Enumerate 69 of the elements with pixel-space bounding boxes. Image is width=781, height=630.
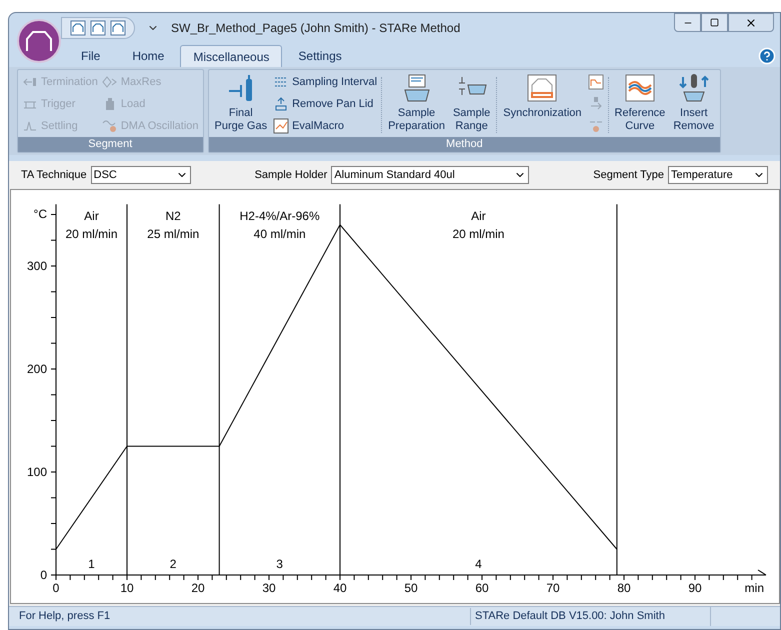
- chart-icon: [273, 118, 290, 134]
- tick-label: 10: [120, 581, 134, 595]
- ribbon-button[interactable]: Sample Preparation: [386, 73, 447, 137]
- help-icon[interactable]: [758, 47, 776, 65]
- tick-label: 100: [26, 465, 47, 479]
- pan-icon: [273, 96, 290, 112]
- ribbon-button[interactable]: EvalMacro: [273, 117, 378, 135]
- group-title: Segment: [18, 137, 202, 152]
- chart-icon[interactable]: [90, 20, 106, 36]
- field-label: TA Technique: [21, 168, 87, 183]
- ribbon-tab[interactable]: Settings: [282, 45, 358, 67]
- tick-label: 40: [333, 581, 347, 595]
- chart-icon: [624, 73, 656, 103]
- tick-label: 0: [52, 581, 60, 595]
- maximize-button[interactable]: [701, 13, 728, 32]
- ribbon-tab[interactable]: Miscellaneous: [180, 45, 282, 67]
- ribbon-button[interactable]: Sampling Interval: [273, 73, 378, 91]
- field-label: Sample Holder: [254, 168, 328, 183]
- chart-icon[interactable]: [70, 20, 86, 36]
- axis-label: °C: [34, 207, 47, 221]
- dropdown-field[interactable]: DSC: [90, 166, 191, 184]
- ribbon-button[interactable]: Reference Curve: [612, 73, 668, 137]
- maximize-icon: [710, 18, 719, 27]
- dropdown-field[interactable]: Temperature: [668, 166, 768, 184]
- close-icon: [745, 16, 757, 28]
- segment-number: 1: [88, 557, 95, 571]
- segment-number: 3: [276, 557, 283, 571]
- tick-label: 30: [262, 581, 276, 595]
- dropdown-field[interactable]: Aluminum Standard 40ul: [331, 166, 530, 184]
- group-title: Method: [208, 137, 720, 152]
- gas-label: N2: [165, 209, 181, 223]
- window-title: SW_Br_Method_Page5 (John Smith) - STARe Method: [171, 20, 460, 37]
- ribbon-button[interactable]: [588, 73, 604, 91]
- tick-label: 0: [40, 568, 47, 582]
- flow-label: 40 ml/min: [254, 227, 306, 241]
- flow-label: 20 ml/min: [452, 227, 504, 241]
- gas-label: Air: [471, 209, 486, 223]
- thermometer-icon: [678, 73, 710, 103]
- diamond-icon: [102, 74, 118, 90]
- chart-icon: [588, 74, 604, 90]
- ribbon-button[interactable]: Sample Range: [450, 73, 492, 137]
- tick-label: 300: [26, 259, 47, 273]
- field-label: Segment Type: [593, 168, 664, 183]
- tick-label: 90: [688, 581, 702, 595]
- segment-number: 4: [475, 557, 482, 571]
- tick-label: 50: [404, 581, 418, 595]
- chart-icon[interactable]: [110, 20, 126, 36]
- ribbon-button[interactable]: Synchronization: [501, 73, 584, 137]
- close-button[interactable]: [728, 13, 774, 32]
- app-logo-icon: [17, 19, 61, 63]
- axis-label: min: [744, 581, 764, 595]
- tick-label: 60: [475, 581, 489, 595]
- status-text: For Help, press F1: [18, 609, 112, 624]
- tick-label: 200: [26, 362, 47, 376]
- flow-label: 25 ml/min: [147, 227, 200, 241]
- tick-label: 20: [191, 581, 205, 595]
- gas-label: Air: [84, 209, 99, 223]
- gas-label: H2-4%/Ar-96%: [240, 209, 320, 223]
- ribbon-button[interactable]: Insert Remove: [671, 73, 716, 137]
- ribbon-tab[interactable]: Home: [116, 45, 180, 67]
- chart-icon: [526, 73, 558, 103]
- ribbon-button[interactable]: Remove Pan Lid: [273, 95, 378, 113]
- segment-number: 2: [170, 557, 176, 571]
- tick-label: 70: [546, 581, 560, 595]
- tick-label: 80: [617, 581, 631, 595]
- ribbon-button[interactable]: Final Purge Gas: [212, 73, 270, 137]
- ribbon-tab[interactable]: File: [65, 45, 116, 67]
- flow-label: 20 ml/min: [66, 227, 118, 241]
- status-text: STARe Default DB V15.00: John Smith: [470, 608, 710, 625]
